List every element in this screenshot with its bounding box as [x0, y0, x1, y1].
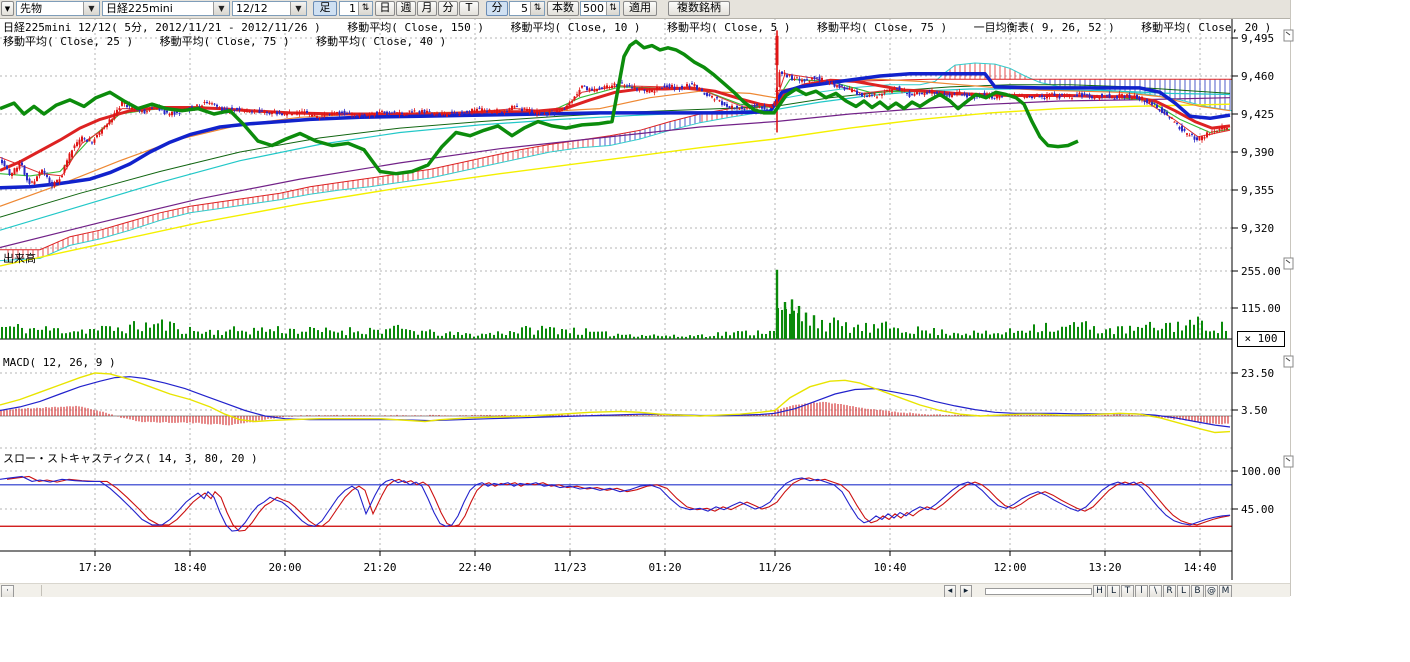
ashi-interval-stepper[interactable]: 1 ⇅ [339, 1, 373, 16]
bottom-tool-button-2[interactable]: T [1121, 585, 1134, 597]
price-lines-above [0, 41, 1078, 173]
bottom-left-button[interactable]: · [1, 585, 14, 597]
chevron-down-icon: ▼ [5, 5, 10, 13]
time-axis-label: 18:40 [173, 561, 206, 574]
stepper-arrows-icon[interactable]: ⇅ [358, 2, 372, 15]
pane-baselines [0, 339, 1232, 551]
ma-close-25-thick [0, 80, 1230, 170]
volume-pane-label: 出来高 [3, 250, 36, 266]
pane-note-icon[interactable] [1284, 30, 1293, 41]
symbol-combo[interactable]: 日経225mini ▼ [102, 1, 230, 16]
bottom-toolbar: · ◂ ▸ HLTl\RLB@M [0, 583, 1290, 597]
bottom-toolbar-divider [41, 585, 42, 596]
price-axis-label: 255.00 [1241, 265, 1281, 278]
market-type-combo[interactable]: 先物 ▼ [16, 1, 100, 16]
contract-month-value: 12/12 [233, 2, 290, 15]
time-axis-label: 01:20 [648, 561, 681, 574]
time-axis-label: 13:20 [1088, 561, 1121, 574]
price-axis-label: 100.00 [1241, 465, 1281, 478]
period-button-4[interactable]: T [459, 1, 479, 16]
scroll-left-button[interactable]: ◂ [944, 585, 956, 597]
price-axis-label: 9,425 [1241, 108, 1274, 121]
time-axis-label: 14:40 [1183, 561, 1216, 574]
multi-symbol-button[interactable]: 複数銘柄 [668, 1, 730, 16]
apply-button[interactable]: 適用 [623, 1, 657, 16]
stochastics-pane-label: スロー・ストキャスティクス( 14, 3, 80, 20 ) [3, 450, 258, 466]
bottom-tool-button-7[interactable]: B [1191, 585, 1204, 597]
time-axis-label: 22:40 [458, 561, 491, 574]
period-button-1[interactable]: 週 [396, 1, 416, 16]
ashi-toggle[interactable]: 足 [313, 1, 337, 16]
minute-stepper[interactable]: 5 ⇅ [509, 1, 545, 16]
chart-canvas[interactable]: 9,4959,4609,4259,3909,3559,320255.00115.… [0, 0, 1410, 662]
bottom-tool-button-3[interactable]: l [1135, 585, 1148, 597]
period-button-2[interactable]: 月 [417, 1, 437, 16]
macd-pane-label: MACD( 12, 26, 9 ) [3, 356, 116, 369]
time-axis-label: 17:20 [78, 561, 111, 574]
market-type-value: 先物 [17, 2, 83, 15]
time-axis-label: 11/26 [758, 561, 791, 574]
contract-month-combo[interactable]: 12/12 ▼ [232, 1, 307, 16]
macd-plot [0, 373, 1230, 433]
time-axis-labels: 17:20 18:40 20:00 21:20 22:40 11/23 01:20 11/26… [78, 551, 1216, 574]
price-axis-label: 3.50 [1241, 404, 1268, 417]
price-axis-label: 9,320 [1241, 222, 1274, 235]
price-axis-label: 45.00 [1241, 503, 1274, 516]
time-axis-label: 21:20 [363, 561, 396, 574]
bottom-tool-button-4[interactable]: \ [1149, 585, 1162, 597]
stepper-arrows-icon[interactable]: ⇅ [530, 2, 544, 15]
right-axis: 9,4959,4609,4259,3909,3559,320255.00115.… [1232, 18, 1281, 580]
scrollbar-track[interactable] [985, 588, 1092, 595]
ashi-interval-value: 1 [340, 2, 358, 15]
pane-note-icons [1284, 30, 1293, 467]
bar-count-label: 本数 [547, 1, 579, 16]
top-toolbar: ▼ 先物 ▼ 日経225mini ▼ 12/12 ▼ 足 1 ⇅ 日週月分T 分… [0, 0, 1290, 19]
chart-application-window: ▼ 先物 ▼ 日経225mini ▼ 12/12 ▼ 足 1 ⇅ 日週月分T 分… [0, 0, 1410, 662]
bottom-tool-button-1[interactable]: L [1107, 585, 1120, 597]
chevron-down-icon[interactable]: ▼ [83, 2, 99, 15]
time-axis-label: 11/23 [553, 561, 586, 574]
period-button-0[interactable]: 日 [375, 1, 395, 16]
time-axis-label: 12:00 [993, 561, 1026, 574]
scroll-right-button[interactable]: ▸ [960, 585, 972, 597]
minute-value: 5 [510, 2, 530, 15]
minute-mode-toggle[interactable]: 分 [486, 1, 508, 16]
bar-count-value: 500 [581, 2, 606, 15]
mini-dropdown-button[interactable]: ▼ [1, 1, 14, 16]
bottom-tool-button-5[interactable]: R [1163, 585, 1176, 597]
price-pane-legend-line2: 移動平均( Close, 25 ) 移動平均( Close, 75 ) 移動平均… [3, 33, 446, 49]
volume-multiplier-badge: × 100 [1237, 331, 1285, 347]
bar-count-stepper[interactable]: 500 ⇅ [580, 1, 620, 16]
ichimoku-kijun-thick-green [0, 41, 1078, 173]
time-axis-label: 10:40 [873, 561, 906, 574]
pane-note-icon[interactable] [1284, 356, 1293, 367]
price-axis-label: 9,460 [1241, 70, 1274, 83]
volume-bars [1, 270, 1227, 339]
chevron-down-icon[interactable]: ▼ [290, 2, 306, 15]
pane-note-icon[interactable] [1284, 456, 1293, 467]
bottom-tool-button-9[interactable]: M [1219, 585, 1232, 597]
pane-note-icon[interactable] [1284, 258, 1293, 269]
price-axis-label: 115.00 [1241, 302, 1281, 315]
ma-close-75-thin [0, 98, 1230, 248]
symbol-value: 日経225mini [103, 2, 213, 15]
chevron-down-icon[interactable]: ▼ [213, 2, 229, 15]
stepper-arrows-icon[interactable]: ⇅ [606, 2, 619, 15]
bottom-tool-button-0[interactable]: H [1093, 585, 1106, 597]
price-axis-label: 23.50 [1241, 367, 1274, 380]
price-axis-label: 9,390 [1241, 146, 1274, 159]
period-button-3[interactable]: 分 [438, 1, 458, 16]
ma-close-150 [0, 104, 1230, 266]
time-axis-label: 20:00 [268, 561, 301, 574]
bottom-tool-button-8[interactable]: @ [1205, 585, 1218, 597]
price-axis-label: 9,355 [1241, 184, 1274, 197]
bottom-tool-button-6[interactable]: L [1177, 585, 1190, 597]
